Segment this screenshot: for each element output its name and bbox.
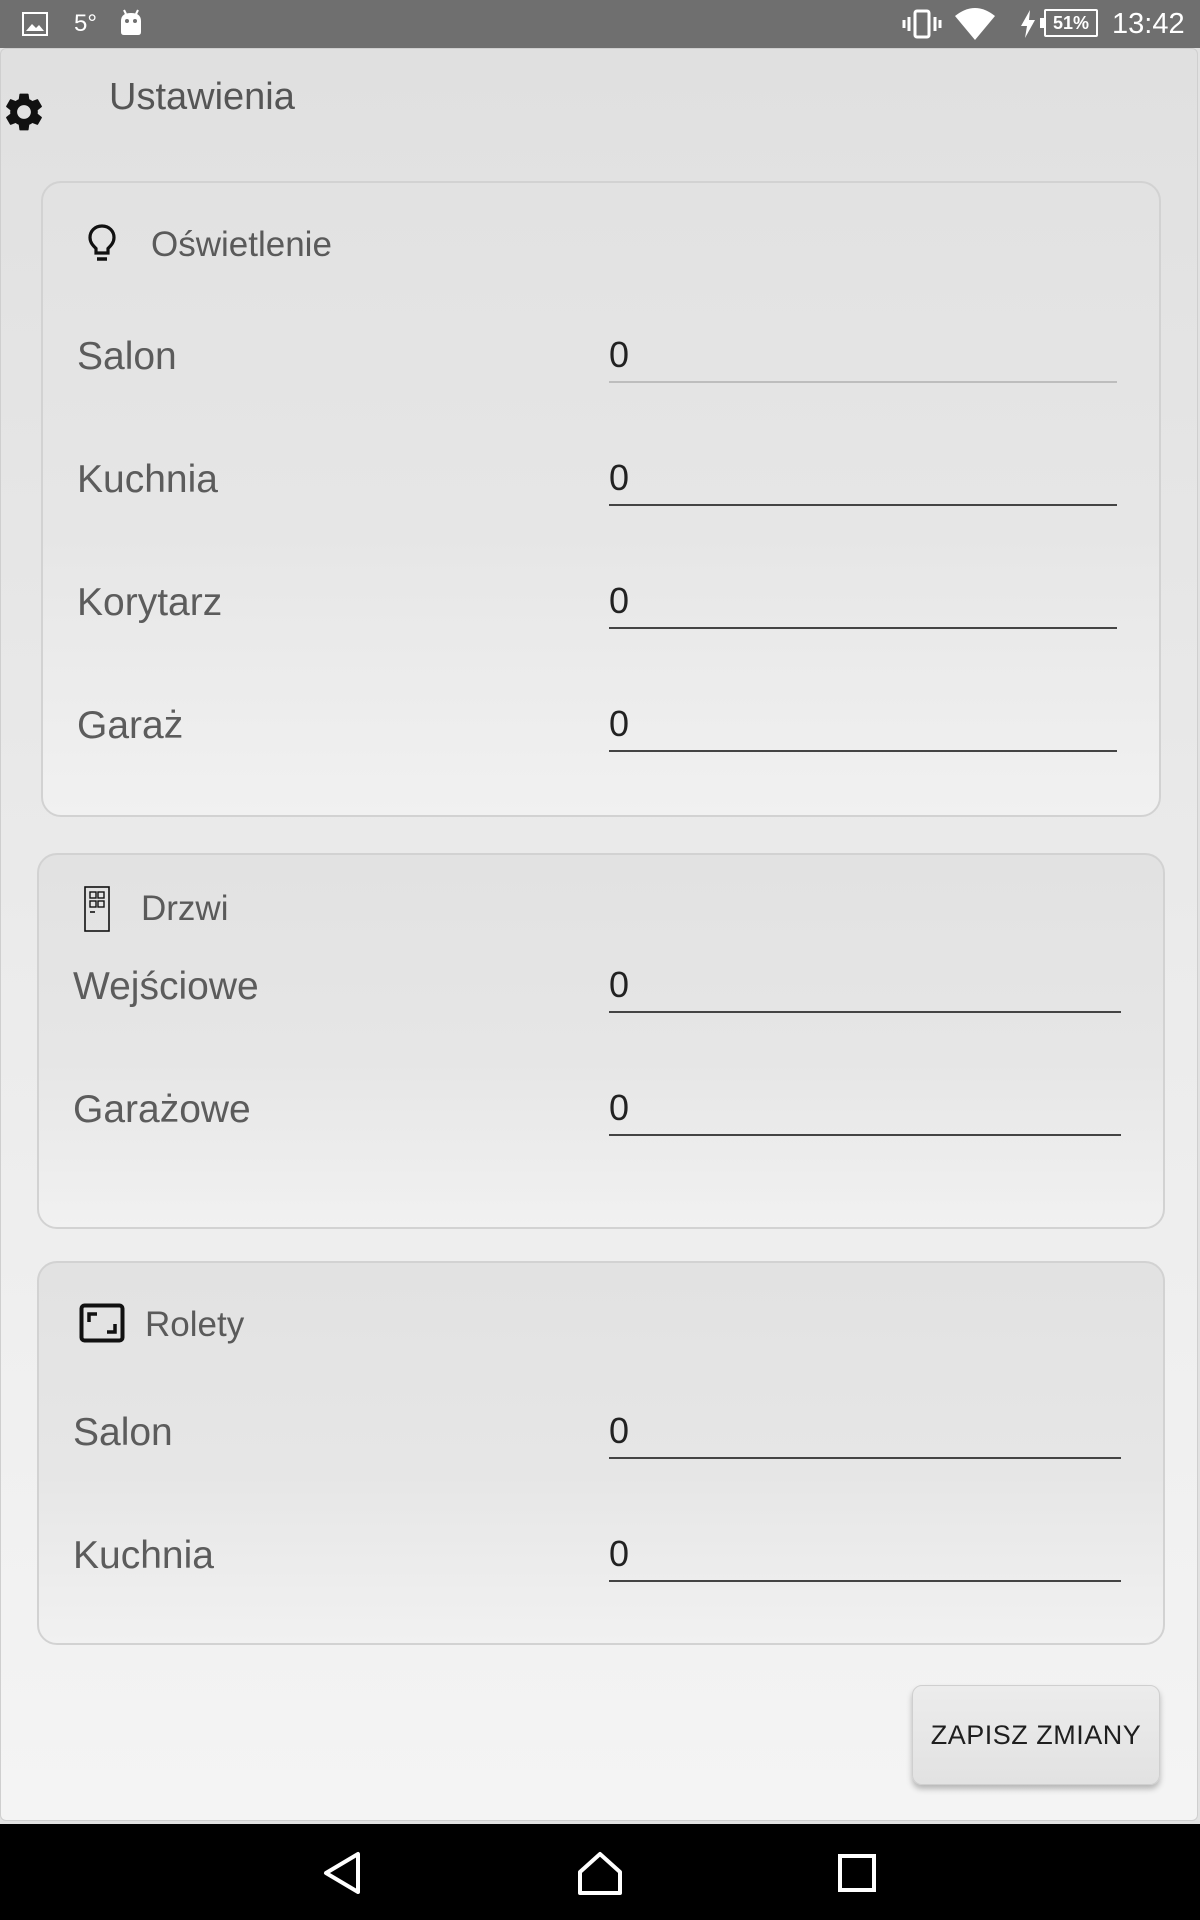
lighting-section-title: Oświetlenie — [151, 225, 332, 264]
battery-percent: 51% — [1052, 13, 1090, 33]
home-icon[interactable] — [575, 1848, 625, 1898]
clock-time: 13:42 — [1112, 8, 1185, 40]
setting-row: Kuchnia — [39, 1532, 1163, 1592]
setting-label: Garażowe — [73, 1088, 251, 1131]
setting-row: Kuchnia — [43, 456, 1159, 516]
setting-row: Garażowe — [39, 1086, 1163, 1146]
status-bar: 5° 51% 13:42 — [0, 0, 1200, 48]
blinds-section-title: Rolety — [145, 1305, 245, 1344]
setting-label: Salon — [73, 1411, 173, 1454]
blinds-section: Rolety Salon Kuchnia — [37, 1261, 1165, 1645]
setting-row: Salon — [39, 1409, 1163, 1469]
lighting-kuchnia-input[interactable] — [609, 456, 1117, 506]
setting-row: Salon — [43, 333, 1159, 393]
lighting-salon-input[interactable] — [609, 333, 1117, 383]
setting-label: Wejściowe — [73, 965, 259, 1008]
gallery-notification-icon — [22, 12, 48, 36]
doors-garazowe-input[interactable] — [609, 1086, 1121, 1136]
temperature-text: 5° — [74, 10, 97, 37]
navigation-bar — [0, 1824, 1200, 1920]
setting-label: Kuchnia — [73, 1534, 214, 1577]
setting-label: Korytarz — [77, 581, 223, 624]
vibrate-icon — [902, 9, 942, 39]
blinds-frame-icon — [79, 1303, 125, 1343]
page-title: Ustawienia — [109, 76, 295, 118]
blinds-kuchnia-input[interactable] — [609, 1532, 1121, 1582]
wifi-icon — [955, 8, 995, 40]
gear-icon — [6, 93, 42, 131]
doors-section-title: Drzwi — [141, 889, 229, 928]
save-changes-button[interactable]: ZAPISZ ZMIANY — [912, 1685, 1160, 1785]
battery-indicator: 51% — [1040, 9, 1098, 37]
setting-row: Korytarz — [43, 579, 1159, 639]
doors-section: Drzwi Wejściowe Garażowe — [37, 853, 1165, 1229]
doors-wejsciowe-input[interactable] — [609, 963, 1121, 1013]
door-icon — [84, 886, 110, 932]
lightbulb-icon — [88, 224, 116, 261]
setting-row: Wejściowe — [39, 963, 1163, 1023]
lighting-section: Oświetlenie Salon Kuchnia Korytarz Garaż — [41, 181, 1161, 817]
lighting-korytarz-input[interactable] — [609, 579, 1117, 629]
recents-icon[interactable] — [832, 1848, 882, 1898]
blinds-salon-input[interactable] — [609, 1409, 1121, 1459]
back-icon[interactable] — [318, 1848, 368, 1898]
android-notification-icon — [121, 9, 141, 35]
setting-label: Salon — [77, 335, 177, 378]
charging-bolt-icon — [1021, 10, 1035, 38]
setting-label: Kuchnia — [77, 458, 218, 501]
settings-panel: Ustawienia Oświetlenie Salon Kuchnia Kor… — [0, 48, 1198, 1821]
lighting-garaz-input[interactable] — [609, 702, 1117, 752]
setting-label: Garaż — [77, 704, 184, 747]
setting-row: Garaż — [43, 702, 1159, 762]
